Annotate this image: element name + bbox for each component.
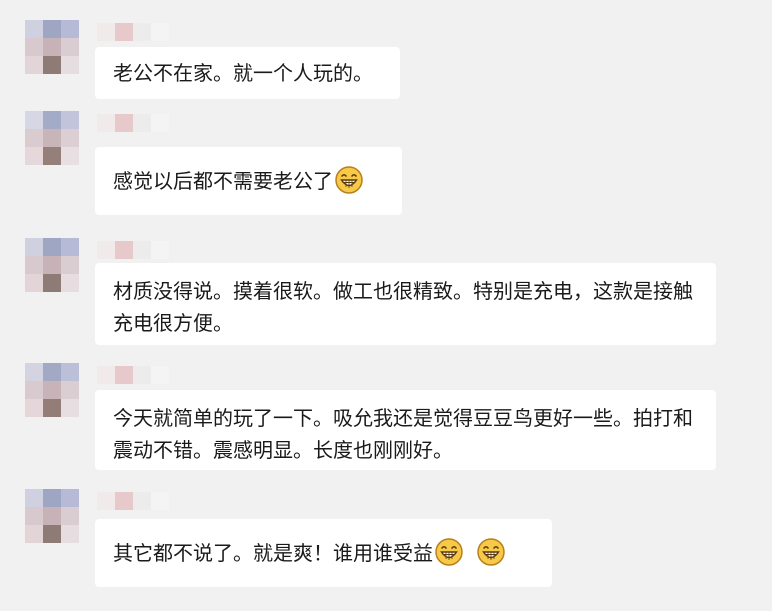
nickname-blurred xyxy=(97,492,169,510)
nickname-blurred xyxy=(97,23,169,41)
message-bubble: 材质没得说。摸着很软。做工也很精致。特别是充电，这款是接触充电很方便。 xyxy=(95,263,716,345)
message-bubble: 今天就简单的玩了一下。吸允我还是觉得豆豆鸟更好一些。拍打和震动不错。震感明显。长… xyxy=(95,390,716,470)
message-bubble: 感觉以后都不需要老公了 xyxy=(95,147,402,215)
message-text: 感觉以后都不需要老公了 xyxy=(113,169,333,193)
avatar[interactable] xyxy=(25,489,79,543)
message-text: 其它都不说了。就是爽！谁用谁受益 xyxy=(113,541,433,565)
nickname-blurred xyxy=(97,114,169,132)
grin-emoji-icon xyxy=(335,166,363,194)
nickname-blurred xyxy=(97,366,169,384)
message-bubble: 其它都不说了。就是爽！谁用谁受益 xyxy=(95,519,552,587)
avatar[interactable] xyxy=(25,363,79,417)
avatar[interactable] xyxy=(25,20,79,74)
grin-emoji-icon xyxy=(435,538,463,566)
avatar[interactable] xyxy=(25,238,79,292)
message-bubble: 老公不在家。就一个人玩的。 xyxy=(95,47,400,99)
grin-emoji-icon xyxy=(477,538,505,566)
message-text: 老公不在家。就一个人玩的。 xyxy=(113,61,373,85)
message-text: 材质没得说。摸着很软。做工也很精致。特别是充电，这款是接触充电很方便。 xyxy=(113,279,693,335)
avatar[interactable] xyxy=(25,111,79,165)
nickname-blurred xyxy=(97,241,169,259)
message-text: 今天就简单的玩了一下。吸允我还是觉得豆豆鸟更好一些。拍打和震动不错。震感明显。长… xyxy=(113,406,693,462)
